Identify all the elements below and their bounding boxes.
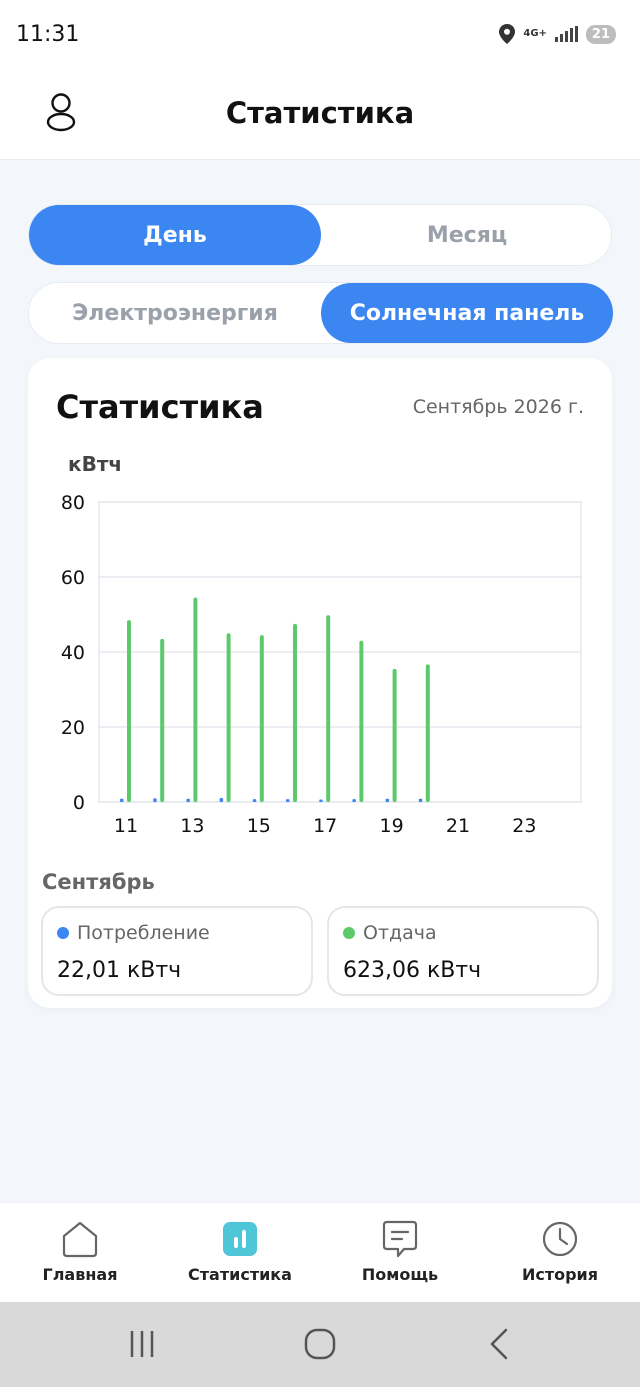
export-label: Отдача	[363, 922, 437, 944]
nav-history-label: История	[521, 1265, 599, 1284]
y-tick-label: 60	[61, 567, 85, 589]
history-clock-icon	[542, 1221, 578, 1257]
system-nav-bar	[0, 1302, 640, 1387]
x-tick-label: 23	[512, 815, 536, 837]
period-switch: День Месяц	[28, 204, 612, 266]
consumption-dot	[57, 927, 69, 939]
export-value: 623,06 кВтч	[343, 958, 482, 983]
export-bar	[293, 623, 297, 802]
bar-chart: 80 60 40 20 0 11 13 15 17 19 21 23	[61, 492, 582, 837]
bottom-nav: Главная Статистика Помощь История	[0, 1202, 640, 1302]
back-icon	[490, 1328, 508, 1360]
consumption-bar	[219, 798, 224, 802]
home-circle-icon	[304, 1328, 336, 1360]
export-bar	[359, 640, 364, 802]
y-tick-label: 40	[61, 642, 85, 664]
export-bar	[226, 633, 231, 802]
card-date[interactable]: Сентябрь 2026 г.	[413, 396, 584, 418]
y-tick-label: 80	[61, 492, 85, 514]
nav-home-label: Главная	[42, 1265, 118, 1284]
stats-icon	[223, 1222, 257, 1256]
x-tick-label: 17	[313, 815, 337, 837]
tab-month[interactable]: Месяц	[321, 205, 613, 265]
recent-apps-button[interactable]	[112, 1322, 172, 1366]
export-bar	[127, 620, 131, 802]
network-type: 4G+	[523, 28, 547, 39]
source-switch: Электроэнергия Солнечная панель	[28, 282, 613, 344]
consumption-bar	[120, 798, 124, 802]
home-icon	[62, 1221, 98, 1258]
export-bar	[193, 597, 198, 802]
card-title: Статистика	[56, 388, 264, 426]
status-bar: 11:31 4G+ 21	[0, 0, 640, 72]
y-tick-label: 20	[61, 717, 85, 739]
x-tick-label: 15	[247, 815, 271, 837]
export-bar	[326, 615, 331, 802]
consumption-stat: Потребление 22,01 кВтч	[41, 906, 313, 996]
y-tick-label: 0	[73, 792, 85, 814]
help-chat-icon	[382, 1220, 418, 1258]
consumption-bar	[418, 798, 423, 802]
chart-y-label: кВтч	[68, 452, 123, 476]
statistics-card: Статистика Сентябрь 2026 г. кВтч 80 60 40 2…	[28, 358, 612, 1008]
consumption-bar	[252, 799, 257, 802]
export-dot	[343, 927, 355, 939]
status-icons: 4G+ 21	[499, 24, 616, 44]
home-system-button[interactable]	[290, 1322, 350, 1366]
page-title: Статистика	[225, 96, 415, 130]
tab-day[interactable]: День	[29, 205, 321, 265]
tab-solar-panel[interactable]: Солнечная панель	[321, 283, 613, 343]
consumption-bar	[286, 799, 290, 802]
tab-electricity[interactable]: Электроэнергия	[29, 283, 321, 343]
consumption-value: 22,01 кВтч	[57, 958, 182, 983]
nav-help[interactable]: Помощь	[320, 1219, 480, 1284]
x-tick-label: 13	[180, 815, 204, 837]
nav-home[interactable]: Главная	[0, 1219, 160, 1284]
battery-level: 21	[585, 24, 616, 44]
consumption-bar	[186, 798, 190, 802]
x-tick-label: 11	[114, 815, 138, 837]
export-bar	[259, 635, 264, 802]
nav-statistics[interactable]: Статистика	[160, 1219, 320, 1284]
nav-history[interactable]: История	[480, 1219, 640, 1284]
consumption-bar	[385, 798, 390, 802]
consumption-bar	[319, 799, 323, 802]
consumption-bar	[153, 798, 157, 802]
export-bar	[425, 664, 430, 802]
nav-help-label: Помощь	[361, 1265, 439, 1284]
month-label: Сентябрь	[42, 870, 155, 894]
nav-statistics-label: Статистика	[188, 1265, 292, 1284]
export-bar	[160, 638, 165, 802]
status-time: 11:31	[16, 22, 80, 47]
x-tick-label: 21	[446, 815, 470, 837]
consumption-bar	[352, 799, 356, 802]
export-bar	[392, 668, 397, 802]
location-icon	[499, 24, 516, 44]
recent-apps-icon	[130, 1331, 154, 1357]
back-button[interactable]	[470, 1322, 530, 1366]
x-tick-label: 19	[380, 815, 404, 837]
consumption-label: Потребление	[77, 922, 210, 944]
app-header: Статистика	[0, 72, 640, 160]
signal-icon	[554, 26, 578, 42]
export-stat: Отдача 623,06 кВтч	[327, 906, 599, 996]
